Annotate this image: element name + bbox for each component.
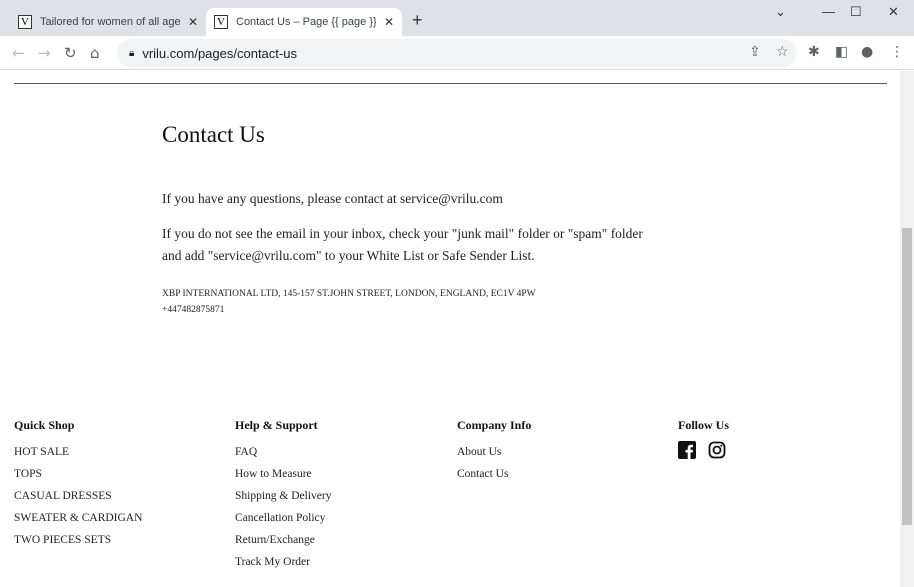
close-window-button[interactable]: ✕ xyxy=(888,4,899,20)
page-title: Contact Us xyxy=(162,122,265,147)
home-button[interactable]: ⌂ xyxy=(90,44,100,62)
footer-link[interactable]: About Us xyxy=(457,441,531,463)
address: XBP INTERNATIONAL LTD, 145-157 ST.JOHN S… xyxy=(162,289,536,299)
share-icon[interactable]: ⇪ xyxy=(749,44,761,60)
footer-link[interactable]: TOPS xyxy=(14,463,142,485)
favicon: V xyxy=(214,15,228,29)
instagram-icon[interactable] xyxy=(708,441,726,459)
footer-link[interactable]: Contact Us xyxy=(457,463,531,485)
footer-heading: Company Info xyxy=(457,418,532,432)
scrollbar[interactable] xyxy=(900,71,914,587)
tab-title: Tailored for women of all ages – xyxy=(40,16,180,28)
tab-bar: V Tailored for women of all ages – ✕ V C… xyxy=(0,0,914,36)
footer-link[interactable]: How to Measure xyxy=(235,463,331,485)
profile-icon[interactable]: ● xyxy=(861,44,873,60)
footer-heading: Quick Shop xyxy=(14,418,75,432)
footer-link[interactable]: CASUAL DRESSES xyxy=(14,485,142,507)
side-panel-icon[interactable]: ◧ xyxy=(835,44,848,60)
footer-link[interactable]: HOT SALE xyxy=(14,441,142,463)
reload-button[interactable]: ↻ xyxy=(64,44,77,62)
footer-quick-shop: Quick Shop HOT SALE TOPS CASUAL DRESSES … xyxy=(14,418,142,551)
footer-link[interactable]: SWEATER & CARDIGAN xyxy=(14,507,142,529)
tab-home[interactable]: V Tailored for women of all ages – ✕ xyxy=(10,8,206,36)
footer-link[interactable]: FAQ xyxy=(235,441,331,463)
scrollbar-thumb[interactable] xyxy=(902,228,912,525)
forward-button[interactable]: → xyxy=(38,44,51,62)
footer-heading: Follow Us xyxy=(678,418,729,432)
footer-follow: Follow Us xyxy=(678,418,734,464)
minimize-button[interactable]: — xyxy=(822,4,835,19)
footer-link[interactable]: Cancellation Policy xyxy=(235,507,331,529)
address-bar[interactable]: 🔒︎ vrilu.com/pages/contact-us xyxy=(117,39,797,67)
bookmark-star-icon[interactable]: ☆ xyxy=(776,44,789,60)
facebook-icon[interactable] xyxy=(678,441,696,459)
tab-title: Contact Us – Page {{ page }} – vrilu xyxy=(236,16,376,28)
lock-icon: 🔒︎ xyxy=(129,47,135,59)
spam-note: If you do not see the email in your inbo… xyxy=(162,226,643,263)
footer-link[interactable]: TWO PIECES SETS xyxy=(14,529,142,551)
menu-icon[interactable]: ⋮ xyxy=(890,44,904,60)
back-button[interactable]: ← xyxy=(12,44,25,62)
toolbar: ← → ↻ ⌂ 🔒︎ vrilu.com/pages/contact-us ⇪ … xyxy=(0,36,914,70)
url-text: vrilu.com/pages/contact-us xyxy=(142,45,297,61)
footer-heading: Help & Support xyxy=(235,418,318,432)
new-tab-button[interactable]: + xyxy=(412,10,423,31)
footer-link[interactable]: Return/Exchange xyxy=(235,529,331,551)
footer-help: Help & Support FAQ How to Measure Shippi… xyxy=(235,418,331,573)
close-tab-icon[interactable]: ✕ xyxy=(188,15,198,29)
tab-contact[interactable]: V Contact Us – Page {{ page }} – vrilu ✕ xyxy=(206,8,403,36)
close-tab-icon[interactable]: ✕ xyxy=(384,15,394,29)
footer-link[interactable]: Track My Order xyxy=(235,551,331,573)
favicon: V xyxy=(18,15,32,29)
extensions-icon[interactable]: ✱ xyxy=(808,44,820,60)
footer-link[interactable]: Shipping & Delivery xyxy=(235,485,331,507)
divider xyxy=(14,83,887,84)
contact-text: If you have any questions, please contac… xyxy=(162,191,503,206)
footer-company: Company Info About Us Contact Us xyxy=(457,418,531,485)
phone: +447482875871 xyxy=(162,305,225,315)
maximize-button[interactable]: ☐ xyxy=(850,4,862,20)
tab-search-icon[interactable]: ⌄ xyxy=(775,4,786,20)
